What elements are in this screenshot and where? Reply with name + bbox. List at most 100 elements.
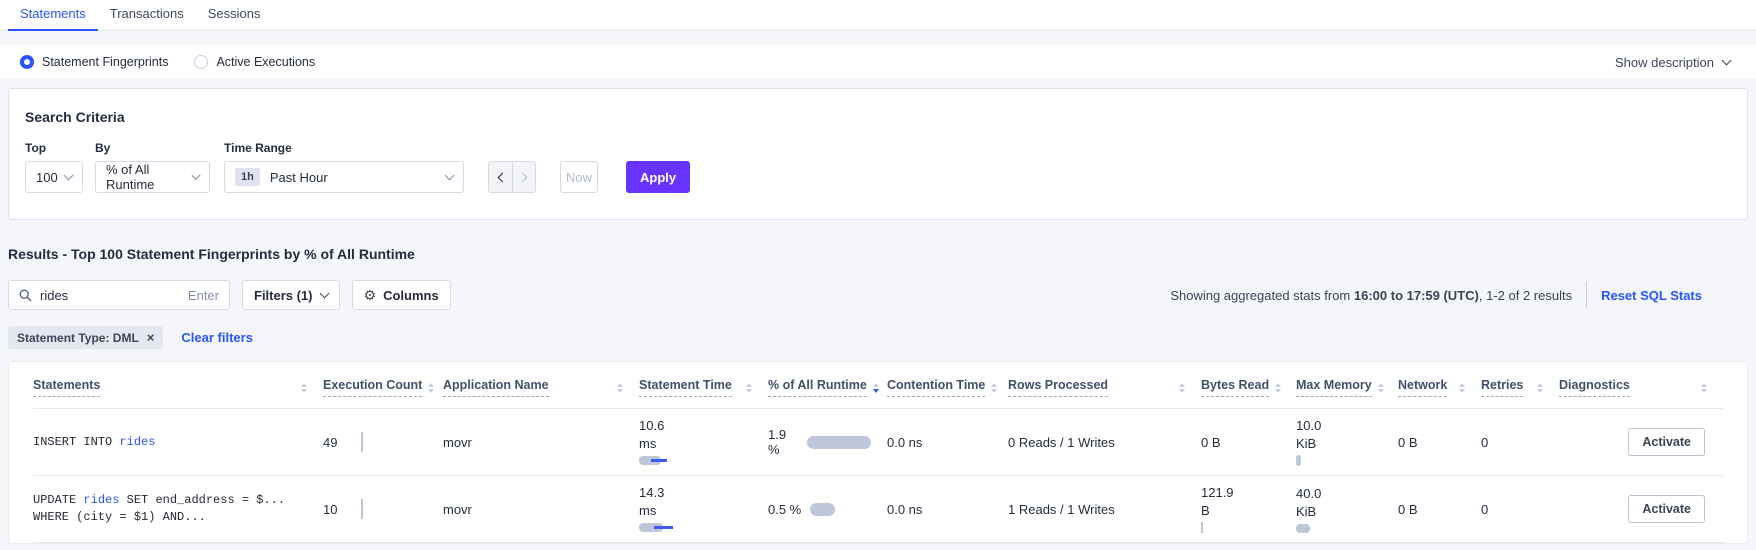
activate-diagnostics-button[interactable]: Activate [1628,495,1705,523]
table-name-link[interactable]: rides [119,435,155,449]
top-select[interactable]: 100 [25,161,83,193]
sort-icon[interactable] [1378,383,1384,393]
column-header-rows-processed[interactable]: Rows Processed [1008,362,1201,409]
execution-count-bar [361,432,363,452]
statement-search-box[interactable]: Enter [8,280,230,310]
pct-runtime-bar [807,436,871,449]
by-label: By [95,141,210,155]
application-name-value: movr [443,435,472,450]
by-select-value: % of All Runtime [106,162,193,192]
pct-runtime-value: 0.5 % [768,502,801,517]
statement-fingerprint-link[interactable]: UPDATE rides SET end_address = $... WHER… [33,492,307,526]
remove-filter-icon[interactable]: × [147,331,155,344]
search-input[interactable] [40,288,150,303]
column-header-diagnostics[interactable]: Diagnostics [1559,362,1723,409]
applied-filters-row: Statement Type: DML × Clear filters [8,326,1748,349]
sort-icon[interactable] [746,383,752,393]
sort-icon[interactable] [991,383,997,393]
max-memory-value: 10.0 [1296,418,1382,433]
now-button[interactable]: Now [560,161,598,193]
column-header-execution-count[interactable]: Execution Count [323,362,443,409]
bytes-read-unit: B [1201,503,1280,518]
max-memory-unit: KiB [1296,436,1382,451]
bytes-read-value: 0 B [1201,435,1280,450]
statement-time-value: 10.6 [639,418,752,433]
radio-statement-fingerprints[interactable]: Statement Fingerprints [20,55,168,69]
tab-statements[interactable]: Statements [8,6,98,30]
sort-icon[interactable] [1459,383,1465,393]
radio-selected-icon [20,55,34,69]
pct-runtime-bar [810,503,835,516]
sort-icon-active-desc[interactable] [873,383,879,393]
column-header-bytes-read[interactable]: Bytes Read [1201,362,1296,409]
columns-button[interactable]: ⚙ Columns [352,280,451,310]
sort-icon[interactable] [428,383,434,393]
show-description-label: Show description [1615,55,1714,70]
chevron-down-icon [1722,55,1732,65]
search-icon [19,289,32,302]
application-name-value: movr [443,502,472,517]
execution-count-value: 49 [323,435,345,450]
table-row: UPDATE rides SET end_address = $... WHER… [33,476,1723,543]
tab-sessions[interactable]: Sessions [196,6,273,30]
reset-sql-stats-link[interactable]: Reset SQL Stats [1601,288,1702,303]
column-header-statements[interactable]: Statements [33,362,323,409]
max-memory-unit: KiB [1296,504,1382,519]
clear-filters-link[interactable]: Clear filters [181,330,253,345]
column-header-application-name[interactable]: Application Name [443,362,639,409]
statement-time-unit: ms [639,436,752,451]
sql-activity-tabbar: Statements Transactions Sessions [0,0,1756,31]
radio-active-executions[interactable]: Active Executions [194,55,315,69]
radio-label: Statement Fingerprints [42,55,168,69]
column-header-statement-time[interactable]: Statement Time [639,362,768,409]
filters-button[interactable]: Filters (1) [242,280,340,310]
sort-icon[interactable] [1701,383,1707,393]
max-memory-value: 40.0 [1296,486,1382,501]
sort-icon[interactable] [301,383,307,393]
next-time-button[interactable] [512,162,535,192]
gear-icon: ⚙ [364,288,377,302]
table-header-row: Statements Execution Count Application N… [33,362,1723,409]
enter-hint: Enter [188,288,219,303]
chevron-down-icon [319,288,329,298]
table-name-link[interactable]: rides [83,493,119,507]
filters-button-label: Filters (1) [254,288,313,303]
max-memory-bar [1296,524,1310,533]
show-description-toggle[interactable]: Show description [1615,55,1730,70]
statement-time-value: 14.3 [639,485,752,500]
contention-time-value: 0.0 ns [887,502,922,517]
execution-count-value: 10 [323,502,345,517]
column-header-max-memory[interactable]: Max Memory [1296,362,1398,409]
sort-icon[interactable] [1537,383,1543,393]
activate-diagnostics-button[interactable]: Activate [1628,428,1705,456]
divider [1586,282,1587,308]
top-select-value: 100 [36,170,58,185]
column-header-pct-runtime[interactable]: % of All Runtime [768,362,887,409]
statements-table: Statements Execution Count Application N… [33,362,1723,543]
time-range-badge: 1h [235,168,260,186]
time-range-label: Time Range [224,141,464,155]
sort-icon[interactable] [617,383,623,393]
radio-unselected-icon [194,55,208,69]
time-step-group [488,161,536,193]
contention-time-value: 0.0 ns [887,435,922,450]
sort-icon[interactable] [1179,383,1185,393]
column-header-contention-time[interactable]: Contention Time [887,362,1008,409]
statement-time-unit: ms [639,503,752,518]
tab-transactions[interactable]: Transactions [98,6,196,30]
rows-processed-value: 0 Reads / 1 Writes [1008,435,1115,450]
chevron-down-icon [64,170,74,180]
apply-button[interactable]: Apply [626,161,690,193]
column-header-retries[interactable]: Retries [1481,362,1559,409]
column-header-network[interactable]: Network [1398,362,1481,409]
radio-label: Active Executions [216,55,315,69]
by-select[interactable]: % of All Runtime [95,161,210,193]
top-label: Top [25,141,83,155]
previous-time-button[interactable] [489,162,512,192]
time-range-select[interactable]: 1h Past Hour [224,161,464,193]
search-criteria-title: Search Criteria [25,109,1731,125]
sort-icon[interactable] [1275,383,1281,393]
view-toggle-band: Statement Fingerprints Active Executions… [0,45,1756,79]
results-toolbar: Enter Filters (1) ⚙ Columns Showing aggr… [8,280,1748,310]
statement-fingerprint-link[interactable]: INSERT INTO rides [33,434,307,451]
